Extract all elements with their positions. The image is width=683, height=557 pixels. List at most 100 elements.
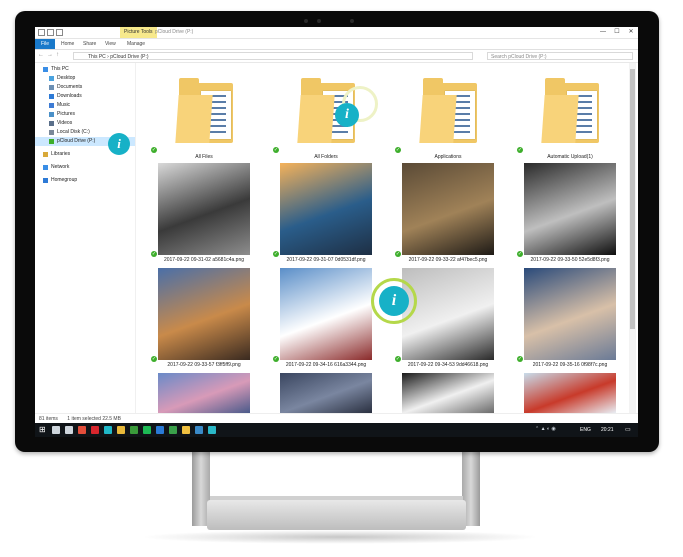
sidebar-item[interactable]: Downloads <box>35 92 135 101</box>
notifications-icon[interactable]: ▭ <box>625 426 631 433</box>
tab-file[interactable]: File <box>35 39 56 49</box>
camera-icon <box>317 19 321 23</box>
spotify-icon[interactable] <box>143 426 151 434</box>
quick-access-toolbar[interactable] <box>38 29 78 36</box>
sidebar-item-label: Desktop <box>57 75 76 81</box>
maximize-button[interactable]: ☐ <box>610 27 624 38</box>
screen: Picture Tools pCloud Drive (P:) — ☐ ✕ Fi… <box>35 27 638 437</box>
folder-icon <box>537 75 607 143</box>
clock[interactable]: 20:21 <box>601 427 614 433</box>
sidebar-item-label: Music <box>57 102 71 108</box>
sync-check-icon: ✓ <box>517 147 523 153</box>
folder-tile[interactable]: ✓ All Files <box>149 65 259 165</box>
sidebar-item[interactable]: Documents <box>35 83 135 92</box>
window-title: pCloud Drive (P:) <box>155 29 194 35</box>
info-callout-icon[interactable]: i <box>379 286 409 316</box>
taskbar: ⌃ ▲ ◐ ◉ ENG 20:21 ▭ ⊞ <box>35 423 638 437</box>
app-icon-3[interactable] <box>169 426 177 434</box>
network-icon <box>43 165 48 170</box>
opera-icon[interactable] <box>91 426 99 434</box>
app-icon[interactable] <box>130 426 138 434</box>
libraries-icon <box>43 152 48 157</box>
sensor-dot <box>304 19 308 23</box>
sidebar-item[interactable]: Music <box>35 101 135 110</box>
sidebar-item[interactable]: Desktop <box>35 74 135 83</box>
ribbon-tabs: File Home Share View Manage <box>35 39 638 50</box>
image-tile[interactable]: ✓ 2017-09-22 09-31-02 a5681c4a.png <box>149 161 259 265</box>
sidebar-item[interactable]: Pictures <box>35 110 135 119</box>
folder-tile[interactable]: ✓ Automatic Upload(1) <box>515 65 625 165</box>
image-tile[interactable]: ✓ 2017-09-22 09-33-50 52e5d8f3.png <box>515 161 625 265</box>
tray-icons[interactable]: ⌃ ▲ ◐ ◉ <box>535 426 556 432</box>
image-tile[interactable]: ✓ 2017-09-22 09-31-07 0d0531df.png <box>271 161 381 265</box>
image-tile[interactable]: ✓ 2017-09-22 09-34-16 616a3344.png <box>271 266 381 370</box>
image-thumbnail <box>402 373 494 413</box>
sync-check-icon: ✓ <box>395 147 401 153</box>
sidebar-item[interactable]: Network <box>35 163 135 172</box>
app-icon-2[interactable] <box>156 426 164 434</box>
app-icon-4[interactable] <box>182 426 190 434</box>
image-thumbnail <box>280 268 372 360</box>
forward-icon[interactable]: → <box>47 52 53 58</box>
image-thumbnail <box>402 163 494 255</box>
search-input[interactable]: Search pCloud Drive (P:) <box>487 52 633 60</box>
app-icon-6[interactable] <box>208 426 216 434</box>
image-thumbnail <box>524 163 616 255</box>
folder-label: Applications <box>434 154 462 160</box>
app-icon-5[interactable] <box>195 426 203 434</box>
folder-label: All Folders <box>314 154 338 160</box>
back-icon[interactable]: ← <box>38 52 44 58</box>
image-label: 2017-09-22 09-33-22 af47bec5.png <box>408 257 488 263</box>
sidebar-item[interactable]: Homegroup <box>35 176 135 185</box>
sidebar-item[interactable]: This PC <box>35 65 135 74</box>
chrome-icon[interactable] <box>78 426 86 434</box>
sync-check-icon: ✓ <box>273 147 279 153</box>
up-icon[interactable]: ↑ <box>56 52 59 58</box>
image-thumbnail <box>280 163 372 255</box>
documents-icon <box>49 85 54 90</box>
pcloud-drive-icon <box>49 139 54 144</box>
address-field[interactable]: This PC › pCloud Drive (P:) <box>73 52 473 60</box>
image-tile[interactable]: ✓ 2017-09-22 09-33-22 af47bec5.png <box>393 161 503 265</box>
image-tile[interactable]: ✓ 2017-09-22 09-34-53 9dd46618.png <box>393 266 503 370</box>
windows-start-icon[interactable]: ⊞ <box>39 426 47 434</box>
tab-manage[interactable]: Manage <box>127 39 145 49</box>
picture-tools-tab[interactable]: Picture Tools <box>120 27 157 38</box>
sensor-dot <box>350 19 354 23</box>
tab-home[interactable]: Home <box>61 39 74 49</box>
image-label: 2017-09-22 09-34-16 616a3344.png <box>285 362 367 368</box>
folder-icon[interactable] <box>117 426 125 434</box>
sidebar-item-label: pCloud Drive (P:) <box>57 138 96 144</box>
sidebar-item[interactable]: Videos <box>35 119 135 128</box>
address-bar-row: ← → ↑ This PC › pCloud Drive (P:) Search… <box>35 50 638 63</box>
task-view-icon[interactable] <box>65 426 73 434</box>
folder-tile[interactable]: ✓ Applications <box>393 65 503 165</box>
image-label: 2017-09-22 09-33-50 52e5d8f3.png <box>530 257 610 263</box>
folder-icon <box>415 75 485 143</box>
stand-base <box>207 500 466 530</box>
info-callout-icon[interactable]: i <box>335 103 359 127</box>
image-thumbnail <box>158 163 250 255</box>
scrollbar-thumb[interactable] <box>630 69 635 329</box>
minimize-button[interactable]: — <box>596 27 610 38</box>
tab-share[interactable]: Share <box>83 39 96 49</box>
sidebar-item-label: Pictures <box>57 111 76 117</box>
image-label: 2017-09-22 09-34-53 9dd46618.png <box>407 362 489 368</box>
tab-view[interactable]: View <box>105 39 116 49</box>
videos-icon <box>49 121 54 126</box>
search-icon[interactable] <box>52 426 60 434</box>
language-indicator[interactable]: ENG <box>580 427 591 433</box>
image-thumbnail <box>158 268 250 360</box>
navigation-pane: This PC Desktop Documents Downloads Music Pic… <box>35 63 136 413</box>
window-controls: — ☐ ✕ <box>596 27 638 38</box>
folder-label: Automatic Upload(1) <box>547 154 593 160</box>
image-thumbnail <box>158 373 250 413</box>
info-callout-icon[interactable]: i <box>108 133 130 155</box>
close-button[interactable]: ✕ <box>624 27 638 38</box>
image-tile[interactable]: ✓ 2017-09-22 09-35-16 0f98f7c.png <box>515 266 625 370</box>
sidebar-item-label: Videos <box>57 120 73 126</box>
image-label: 2017-09-22 09-31-07 0d0531df.png <box>286 257 366 263</box>
image-thumbnail <box>524 373 616 413</box>
pcloud-icon[interactable] <box>104 426 112 434</box>
image-tile[interactable]: ✓ 2017-09-22 09-33-57 f3ff5ff9.png <box>149 266 259 370</box>
